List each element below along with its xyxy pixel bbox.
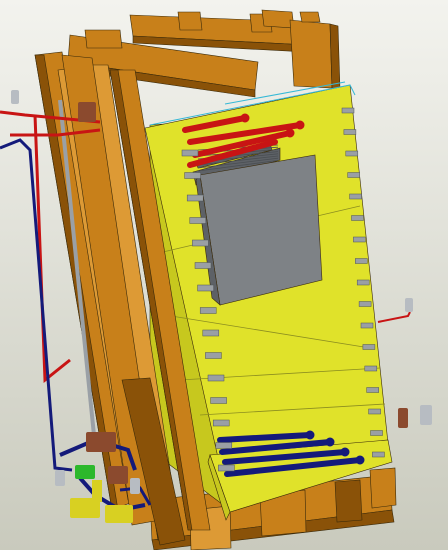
panel-clip xyxy=(360,322,374,329)
panel-clip xyxy=(194,262,212,269)
panel-clip xyxy=(372,451,385,458)
panel-clip xyxy=(218,464,235,472)
panel-clip xyxy=(197,284,214,292)
panel-clip xyxy=(356,279,370,286)
panel-clip xyxy=(355,258,368,264)
panel-clip xyxy=(202,329,220,337)
panel-clip xyxy=(345,150,359,157)
cad-model-drawing xyxy=(0,0,448,550)
cad-viewport[interactable] xyxy=(0,0,448,550)
panel-clip xyxy=(341,107,355,114)
panel-clip xyxy=(368,408,381,415)
panel-clip xyxy=(205,352,222,359)
panel-clip xyxy=(189,217,207,224)
panel-clip xyxy=(207,374,225,382)
panel-clip xyxy=(358,301,372,307)
panel-clip xyxy=(366,387,379,393)
panel-clip xyxy=(210,397,227,404)
panel-clip xyxy=(347,172,360,178)
panel-clip xyxy=(215,442,233,449)
panel-clip xyxy=(199,307,217,314)
panel-clip xyxy=(353,236,366,243)
panel-clip xyxy=(370,430,383,436)
panel-clip xyxy=(181,149,199,157)
panel-clip xyxy=(351,215,364,221)
panel-clip xyxy=(349,193,362,200)
radiator xyxy=(192,142,323,306)
panel-clip xyxy=(343,129,357,135)
panel-clip xyxy=(186,194,204,202)
panel-clip xyxy=(362,344,376,350)
panel-clip xyxy=(364,365,378,372)
panel-clip xyxy=(184,172,201,179)
panel-clip xyxy=(192,239,209,247)
panel-clip xyxy=(212,419,230,427)
pump xyxy=(75,465,95,479)
